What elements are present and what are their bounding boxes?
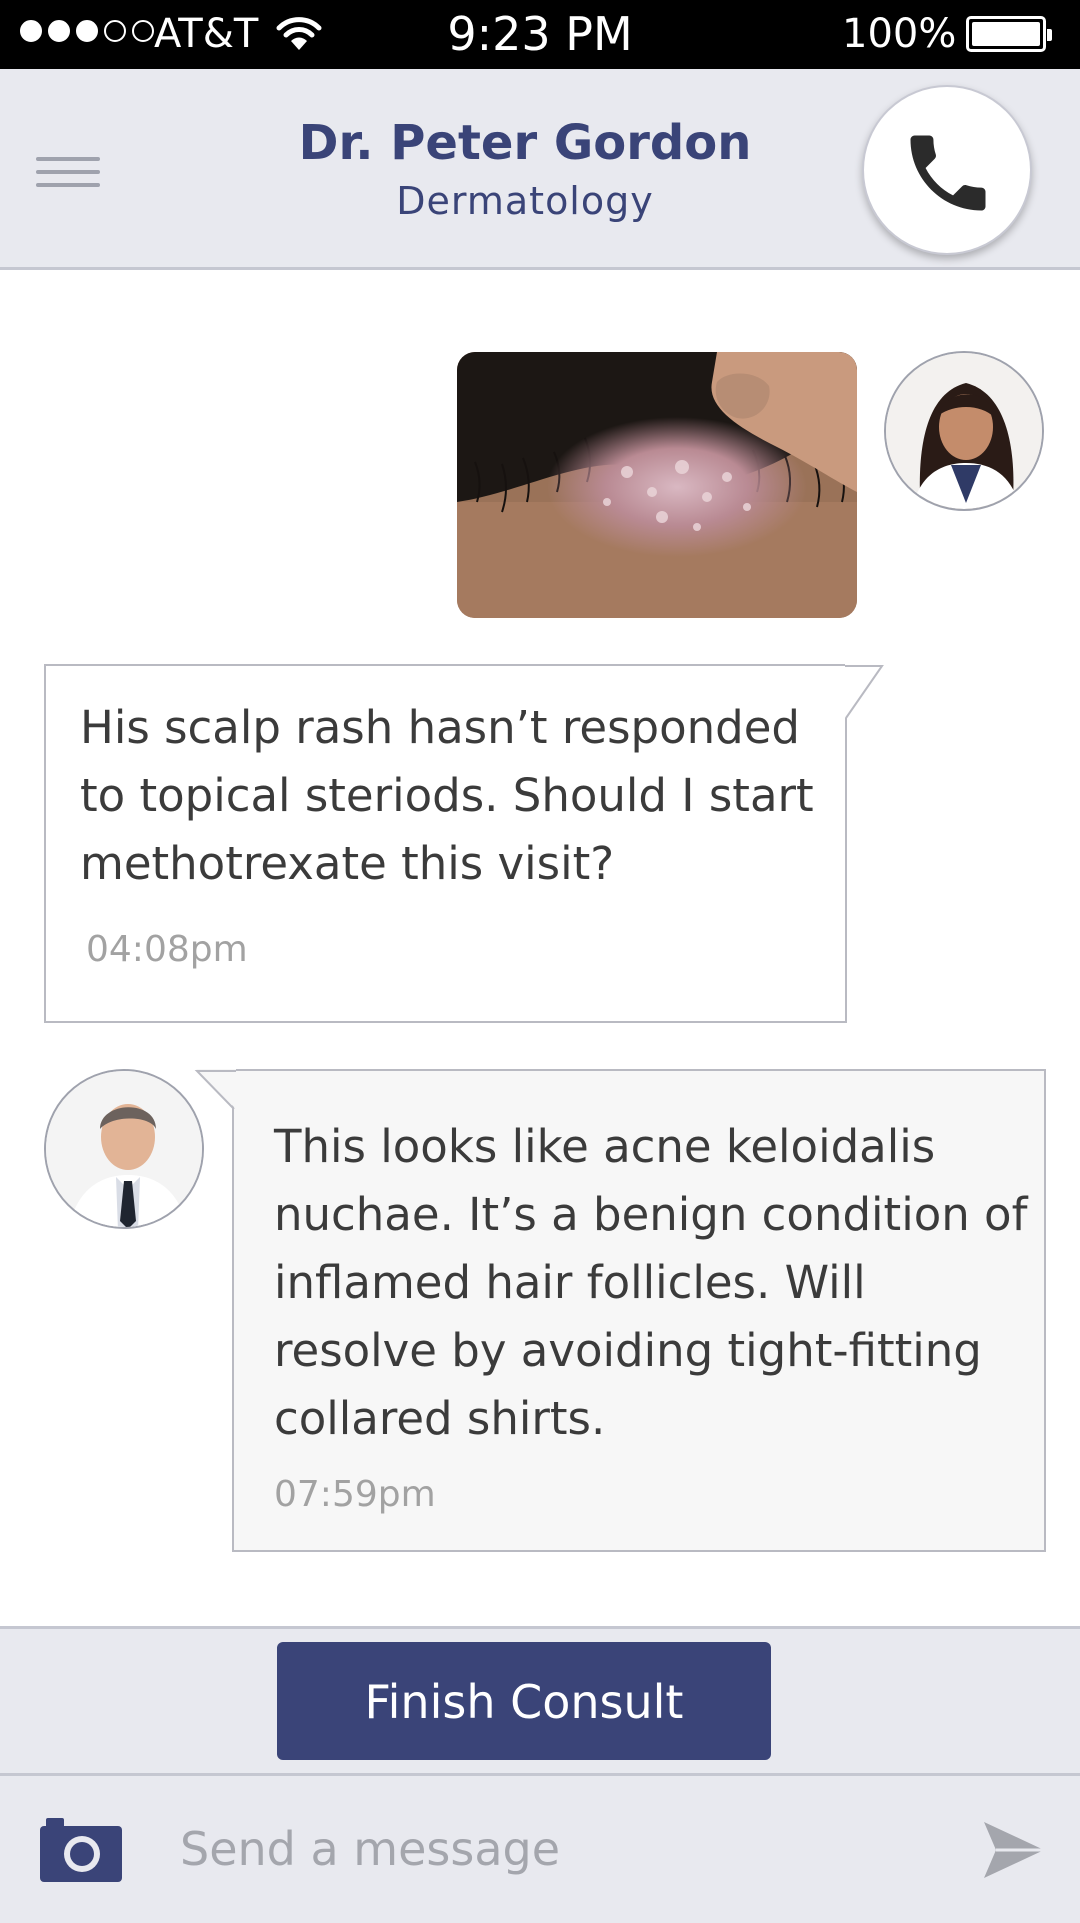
bubble-tail [194, 1069, 236, 1110]
message-text: This looks like acne keloidalis nuchae. … [274, 1120, 1028, 1445]
battery-icon [966, 16, 1052, 52]
signal-strength-icon [20, 20, 154, 42]
doctor-specialty: Dermatology [396, 179, 654, 223]
message-composer [0, 1773, 1080, 1923]
chat-header: Dr. Peter Gordon Dermatology [0, 69, 1080, 270]
status-bar: AT&T 9:23 PM 100% [0, 0, 1080, 69]
message-text: His scalp rash hasn’t responded to topic… [80, 701, 814, 890]
phone-icon [910, 135, 986, 211]
bubble-tail [845, 664, 884, 719]
sender-avatar[interactable] [884, 351, 1044, 511]
finish-consult-button[interactable]: Finish Consult [277, 1642, 771, 1760]
doctor-avatar[interactable] [44, 1069, 204, 1229]
carrier-name: AT&T [154, 11, 259, 57]
message-input[interactable] [178, 1804, 938, 1894]
camera-icon[interactable] [40, 1814, 122, 1882]
scalp-rash-photo[interactable] [457, 352, 857, 618]
message-timestamp: 04:08pm [86, 929, 248, 970]
send-icon[interactable] [982, 1820, 1046, 1880]
call-button[interactable] [862, 85, 1032, 255]
bottom-bar: Finish Consult [0, 1626, 1080, 1923]
battery-percentage: 100% [842, 11, 957, 57]
message-bubble-outgoing: His scalp rash hasn’t responded to topic… [44, 664, 847, 1023]
wifi-icon [276, 17, 322, 50]
doctor-name: Dr. Peter Gordon [298, 115, 752, 171]
menu-icon[interactable] [36, 157, 100, 205]
message-timestamp: 07:59pm [274, 1474, 436, 1515]
message-bubble-incoming: This looks like acne keloidalis nuchae. … [232, 1069, 1046, 1552]
